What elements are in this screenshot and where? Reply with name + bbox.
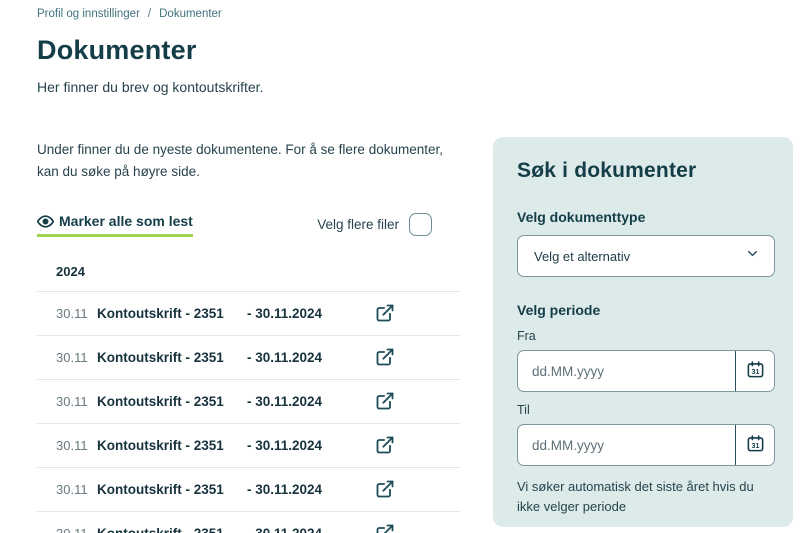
to-date-field: 31: [517, 424, 775, 466]
document-row[interactable]: 30.11 Kontoutskrift - 2351 - 30.11.2024: [37, 467, 460, 511]
select-multiple-files: Velg flere filer: [317, 213, 432, 236]
select-files-label: Velg flere filer: [317, 217, 399, 232]
page-title: Dokumenter: [37, 35, 460, 66]
document-type-selected-value: Velg et alternativ: [534, 249, 745, 264]
document-type-select[interactable]: Velg et alternativ: [517, 235, 775, 277]
external-link-icon[interactable]: [375, 479, 395, 499]
external-link-icon[interactable]: [375, 391, 395, 411]
document-date: 30.11: [56, 482, 97, 497]
document-title: Kontoutskrift - 2351: [97, 350, 247, 365]
breadcrumb-separator: /: [148, 8, 151, 20]
documents-intro-text: Under finner du de nyeste dokumentene. F…: [37, 139, 457, 184]
svg-text:31: 31: [751, 442, 759, 450]
document-row[interactable]: 30.11 Kontoutskrift - 2351 - 30.11.2024: [37, 335, 460, 379]
search-panel: Søk i dokumenter Velg dokumenttype Velg …: [493, 137, 793, 527]
external-link-icon[interactable]: [375, 435, 395, 455]
document-date: 30.11: [56, 306, 97, 321]
document-period: - 30.11.2024: [247, 438, 322, 453]
document-date: 30.11: [56, 526, 97, 533]
year-heading: 2024: [56, 264, 460, 279]
mark-all-read-label: Marker alle som lest: [59, 213, 193, 229]
document-row[interactable]: 30.11 Kontoutskrift - 2351 - 30.11.2024: [37, 379, 460, 423]
external-link-icon[interactable]: [375, 523, 395, 533]
to-calendar-button[interactable]: 31: [735, 425, 774, 465]
to-date-input[interactable]: [518, 425, 735, 465]
to-label: Til: [517, 403, 775, 417]
documents-page: Profil og innstillinger / Dokumenter Dok…: [0, 0, 800, 533]
document-date: 30.11: [56, 350, 97, 365]
document-period: - 30.11.2024: [247, 350, 322, 365]
from-calendar-button[interactable]: 31: [735, 351, 774, 391]
document-title: Kontoutskrift - 2351: [97, 306, 247, 321]
external-link-icon[interactable]: [375, 303, 395, 323]
document-period: - 30.11.2024: [247, 482, 322, 497]
breadcrumb-dokumenter[interactable]: Dokumenter: [159, 8, 222, 20]
search-panel-title: Søk i dokumenter: [517, 159, 775, 183]
document-title: Kontoutskrift - 2351: [97, 526, 247, 533]
document-period: - 30.11.2024: [247, 526, 322, 533]
document-title: Kontoutskrift - 2351: [97, 482, 247, 497]
chevron-down-icon: [745, 246, 760, 266]
document-period: - 30.11.2024: [247, 306, 322, 321]
document-date: 30.11: [56, 438, 97, 453]
document-row[interactable]: 30.11 Kontoutskrift - 2351 - 30.11.2024: [37, 423, 460, 467]
from-label: Fra: [517, 329, 775, 343]
document-type-label: Velg dokumenttype: [517, 209, 775, 225]
document-title: Kontoutskrift - 2351: [97, 394, 247, 409]
document-list: 30.11 Kontoutskrift - 2351 - 30.11.2024 …: [37, 291, 460, 533]
calendar-icon: 31: [746, 360, 765, 382]
select-files-checkbox[interactable]: [409, 213, 432, 236]
from-date-field: 31: [517, 350, 775, 392]
eye-icon: [37, 213, 54, 230]
calendar-icon: 31: [746, 434, 765, 456]
auto-period-helper-text: Vi søker automatisk det siste året hvis …: [517, 477, 767, 517]
document-row[interactable]: 30.11 Kontoutskrift - 2351 - 30.11.2024: [37, 511, 460, 533]
period-label: Velg periode: [517, 302, 775, 318]
page-subtitle: Her finner du brev og kontoutskrifter.: [37, 79, 460, 95]
from-date-input[interactable]: [518, 351, 735, 391]
list-controls: Marker alle som lest Velg flere filer: [37, 213, 460, 237]
document-period: - 30.11.2024: [247, 394, 322, 409]
document-row[interactable]: 30.11 Kontoutskrift - 2351 - 30.11.2024: [37, 291, 460, 335]
svg-text:31: 31: [751, 368, 759, 376]
main-content: Profil og innstillinger / Dokumenter Dok…: [37, 8, 460, 533]
breadcrumb-profil-og-innstillinger[interactable]: Profil og innstillinger: [37, 8, 140, 20]
breadcrumb: Profil og innstillinger / Dokumenter: [37, 8, 460, 20]
document-title: Kontoutskrift - 2351: [97, 438, 247, 453]
external-link-icon[interactable]: [375, 347, 395, 367]
document-date: 30.11: [56, 394, 97, 409]
mark-all-read-link[interactable]: Marker alle som lest: [37, 213, 193, 237]
